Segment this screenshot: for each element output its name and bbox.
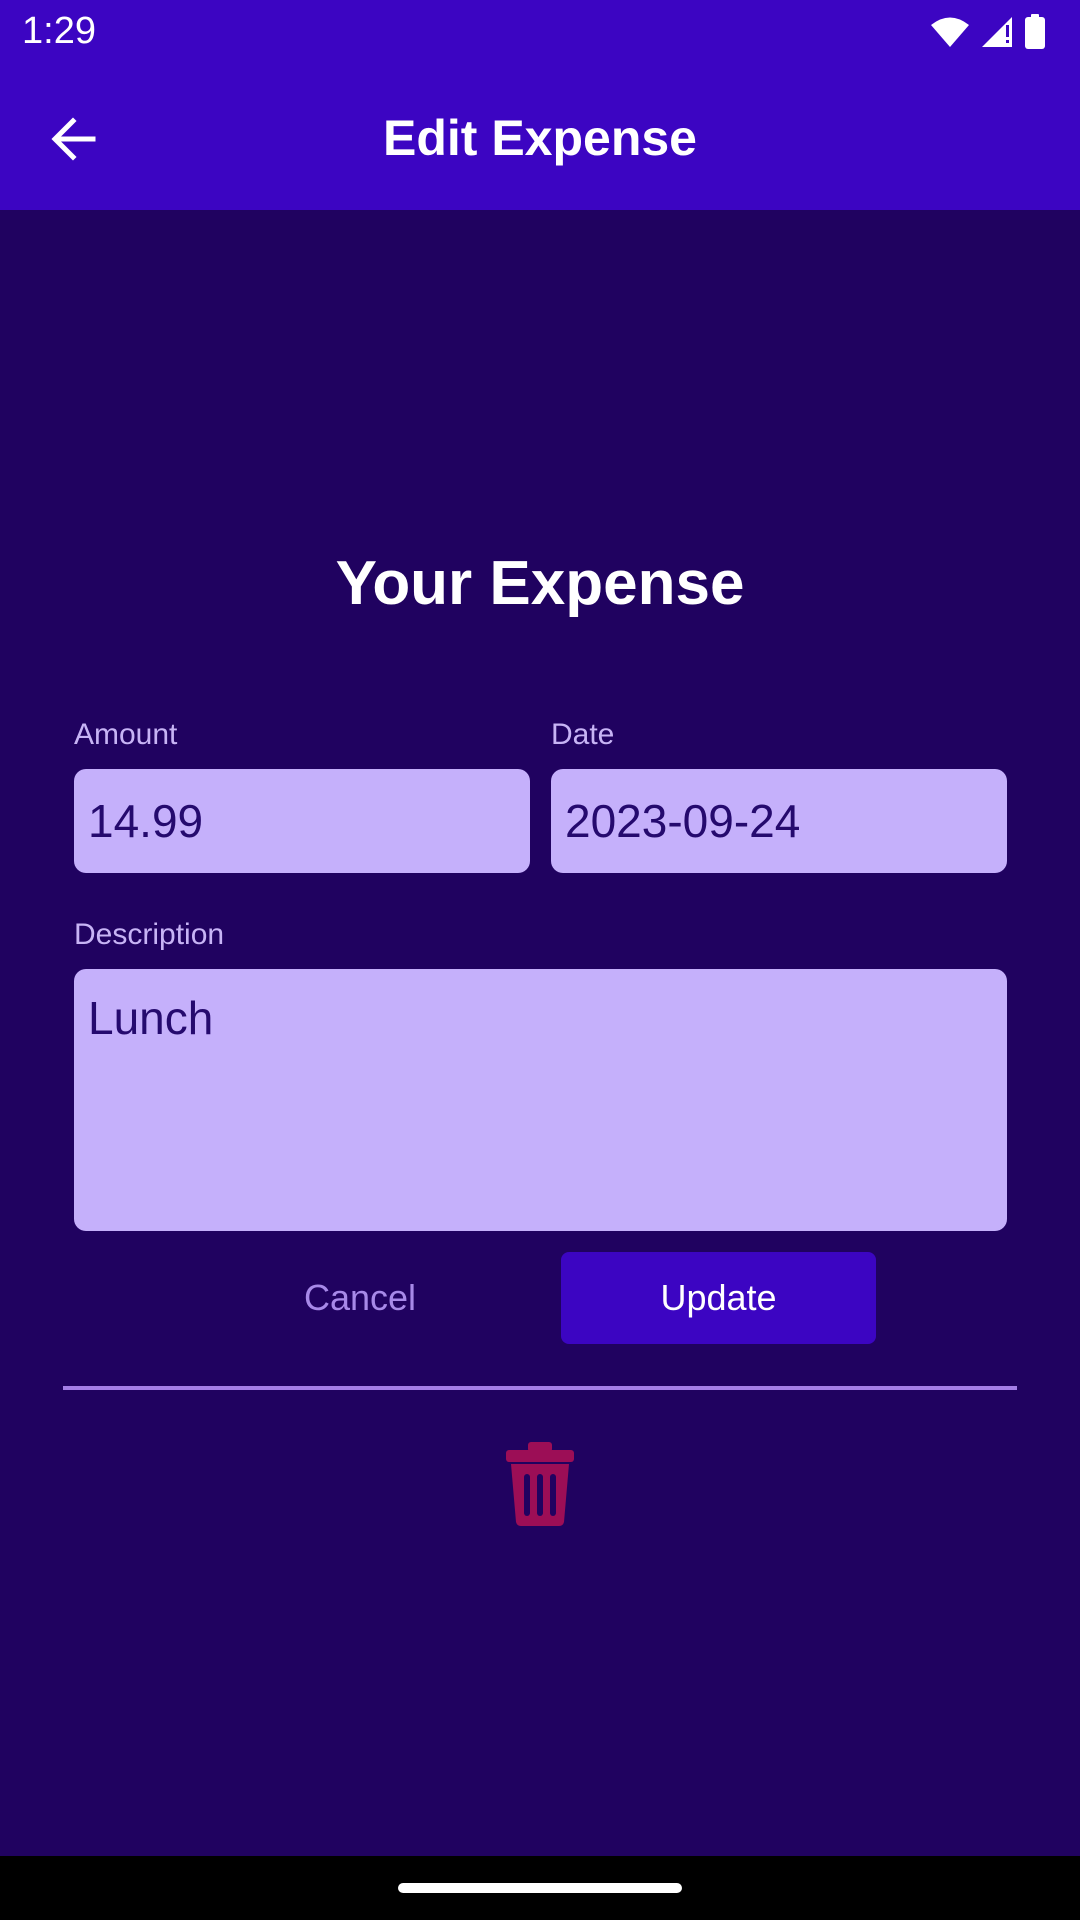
status-bar: 1:29 [0,0,1080,66]
back-button[interactable] [40,106,106,172]
arrow-left-icon [51,117,96,161]
description-label: Description [74,918,225,951]
amount-field[interactable]: 14.99 [74,769,530,873]
edit-expense-screen: 1:29 Edit Expense Your Expense Amount 14… [0,0,1080,1920]
status-time: 1:29 [22,10,96,52]
divider [63,1386,1017,1390]
battery-icon [1025,14,1045,49]
amount-label: Amount [74,718,178,751]
date-label: Date [551,718,615,751]
signal-icon [982,17,1012,47]
trash-icon [506,1442,574,1526]
status-icons [930,14,1046,50]
cancel-button[interactable]: Cancel [250,1252,470,1344]
description-field[interactable]: Lunch [74,969,1007,1231]
page-title: Edit Expense [383,110,697,166]
navigation-bar [0,1856,1080,1920]
form-heading: Your Expense [335,549,745,618]
app-bar: Edit Expense [0,66,1080,210]
home-indicator[interactable] [398,1883,682,1893]
update-button[interactable]: Update [561,1252,876,1344]
delete-button[interactable] [496,1436,584,1532]
wifi-icon [931,17,969,47]
date-field[interactable]: 2023-09-24 [551,769,1007,873]
